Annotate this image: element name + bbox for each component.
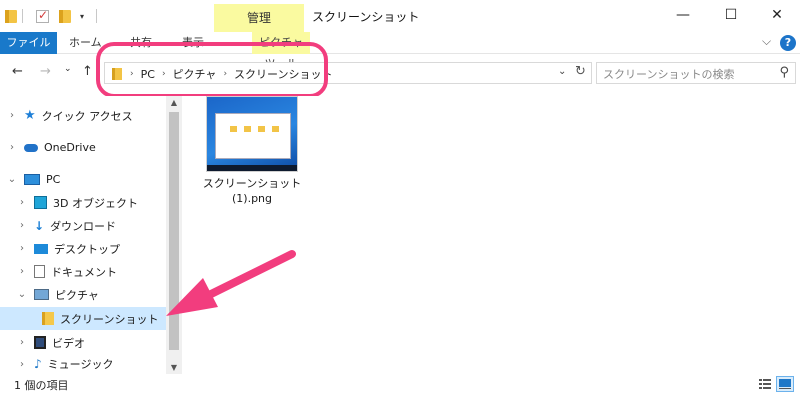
sidebar-item-music[interactable]: › ♪ ミュージック [0, 354, 166, 374]
sidebar-item-quick-access[interactable]: › ★ クイック アクセス [0, 104, 166, 127]
sidebar-item-label: ダウンロード [50, 219, 117, 233]
new-folder-icon[interactable] [59, 8, 71, 24]
refresh-icon[interactable]: ↻ [575, 64, 586, 79]
sidebar-item-3d-objects[interactable]: › 3D オブジェクト [0, 191, 166, 214]
desktop-icon [34, 243, 48, 254]
file-name-line: (1).png [231, 192, 272, 205]
sidebar-item-label: 3D オブジェクト [53, 196, 138, 210]
video-icon [34, 336, 46, 349]
folder-icon[interactable] [5, 8, 17, 24]
file-name-line: スクリーンショット [202, 177, 302, 190]
chevron-down-icon[interactable]: ⌄ [16, 289, 28, 300]
chevron-right-icon[interactable]: › [6, 142, 18, 153]
document-icon [34, 265, 45, 278]
sidebar-item-desktop[interactable]: › デスクトップ [0, 237, 166, 260]
scroll-down-icon[interactable]: ▼ [166, 363, 182, 372]
navigation-pane: › ★ クイック アクセス › OneDrive ⌄ PC › 3D オブジェク… [0, 96, 182, 374]
minimize-button[interactable]: — [660, 4, 706, 26]
sidebar-item-screenshots[interactable]: スクリーンショット [0, 307, 166, 330]
sidebar-item-label: ピクチャ [55, 288, 99, 302]
star-icon: ★ [24, 108, 36, 123]
sidebar-item-videos[interactable]: › ビデオ [0, 331, 166, 354]
file-item[interactable]: スクリーンショット (1).png [202, 96, 302, 206]
sidebar-item-label: ドキュメント [51, 265, 117, 279]
window-title: スクリーンショット [312, 10, 420, 24]
chevron-down-icon[interactable]: ⌄ [6, 174, 18, 185]
image-thumbnail [206, 96, 298, 172]
thumbnail-taskbar [207, 165, 297, 171]
chevron-right-icon[interactable]: › [16, 337, 28, 348]
sidebar-item-label: クイック アクセス [41, 109, 133, 123]
music-icon: ♪ [34, 357, 42, 371]
sidebar-item-pictures[interactable]: ⌄ ピクチャ [0, 283, 166, 306]
file-name: スクリーンショット (1).png [202, 176, 302, 206]
sidebar-item-label: デスクトップ [54, 242, 120, 256]
search-input[interactable]: スクリーンショットの検索 ⚲ [596, 62, 796, 84]
details-view-icon[interactable] [756, 376, 774, 392]
maximize-button[interactable]: ☐ [708, 4, 754, 26]
up-arrow-icon[interactable]: ↑ [82, 64, 93, 79]
cloud-icon [24, 143, 38, 152]
recent-locations-icon[interactable]: ⌄ [64, 64, 72, 74]
chevron-right-icon[interactable]: › [16, 243, 28, 254]
download-icon: ↓ [34, 218, 45, 233]
chevron-right-icon[interactable]: › [16, 220, 28, 231]
chevron-right-icon[interactable]: › [16, 359, 28, 370]
back-arrow-icon[interactable]: ← [12, 64, 23, 79]
tab-file[interactable]: ファイル [0, 32, 57, 54]
chevron-right-icon[interactable]: › [16, 266, 28, 277]
properties-icon[interactable] [36, 8, 49, 24]
chevron-right-icon[interactable]: › [6, 110, 18, 121]
address-highlight-annotation [96, 42, 328, 98]
sidebar-item-label: ビデオ [52, 336, 85, 350]
search-icon[interactable]: ⚲ [779, 65, 789, 80]
status-bar: 1 個の項目 [0, 374, 800, 396]
pc-icon [24, 174, 40, 185]
nav-pane-scrollbar[interactable]: ▲ ▼ [166, 96, 182, 374]
sidebar-item-label: スクリーンショット [60, 312, 159, 326]
separator [96, 8, 97, 24]
forward-arrow-icon[interactable]: → [40, 64, 51, 79]
cube-icon [34, 196, 47, 209]
scroll-up-icon[interactable]: ▲ [166, 98, 182, 107]
item-count: 1 個の項目 [14, 379, 69, 392]
file-list: スクリーンショット (1).png [182, 96, 800, 374]
tab-manage[interactable]: 管理 [214, 4, 304, 32]
sidebar-item-label: ミュージック [47, 358, 114, 371]
sidebar-item-label: PC [46, 173, 61, 186]
expand-ribbon-icon[interactable]: ⌵ [762, 34, 771, 49]
sidebar-item-documents[interactable]: › ドキュメント [0, 260, 166, 283]
help-icon[interactable]: ? [780, 35, 796, 51]
sidebar-item-label: OneDrive [44, 141, 96, 154]
sidebar-item-onedrive[interactable]: › OneDrive [0, 136, 166, 159]
sidebar-item-pc[interactable]: ⌄ PC [0, 168, 166, 191]
title-bar: ▾ 管理 スクリーンショット — ☐ ✕ [0, 0, 800, 32]
folder-icon [42, 312, 54, 325]
scrollbar-thumb[interactable] [169, 112, 179, 350]
sidebar-item-downloads[interactable]: › ↓ ダウンロード [0, 214, 166, 237]
pictures-icon [34, 289, 49, 300]
large-icons-view-icon[interactable] [776, 376, 794, 392]
tab-home[interactable]: ホーム [69, 32, 102, 54]
separator [22, 8, 23, 24]
search-placeholder: スクリーンショットの検索 [603, 68, 735, 81]
chevron-down-icon[interactable]: ⌄ [558, 66, 566, 77]
thumbnail-window [215, 113, 291, 159]
chevron-right-icon[interactable]: › [16, 197, 28, 208]
close-button[interactable]: ✕ [754, 4, 800, 26]
customize-quick-access-icon[interactable]: ▾ [80, 8, 84, 24]
